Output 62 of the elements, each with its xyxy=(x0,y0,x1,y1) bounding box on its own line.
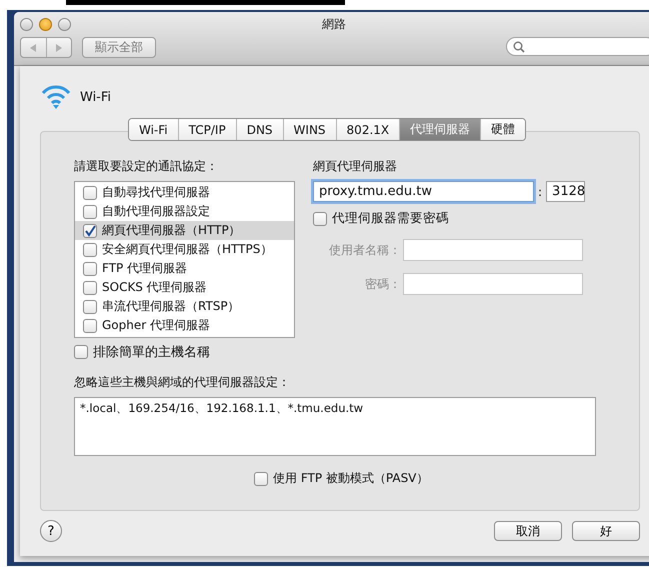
requires-password-label: 代理伺服器需要密碼 xyxy=(332,210,449,227)
checkbox[interactable] xyxy=(83,186,97,200)
credential-field[interactable] xyxy=(403,273,583,295)
protocol-label: 自動代理伺服器設定 xyxy=(102,203,210,220)
protocol-row[interactable]: 自動代理伺服器設定 xyxy=(75,202,294,221)
dialog-button[interactable]: 取消 xyxy=(494,521,562,541)
zoom-button[interactable] xyxy=(58,18,71,31)
tab[interactable]: Wi-Fi xyxy=(129,119,178,140)
protocol-row[interactable]: SOCKS 代理伺服器 xyxy=(75,278,294,297)
protocol-row[interactable]: 安全網頁代理伺服器（HTTPS） xyxy=(75,240,294,259)
port-field[interactable]: 3128 xyxy=(546,181,586,202)
checkbox[interactable] xyxy=(83,224,97,238)
port-separator: : xyxy=(538,184,542,198)
bypass-label: 忽略這些主機與網域的代理伺服器設定： xyxy=(74,374,291,391)
protocol-label: SOCKS 代理伺服器 xyxy=(102,279,207,296)
checkbox[interactable] xyxy=(83,318,97,332)
protocol-list-label: 請選取要設定的通訊協定： xyxy=(74,158,219,175)
protocol-label: FTP 代理伺服器 xyxy=(102,260,188,277)
checkbox[interactable] xyxy=(74,345,88,359)
checkbox[interactable] xyxy=(83,262,97,276)
tab[interactable]: WINS xyxy=(282,119,336,140)
protocol-row[interactable]: 網頁代理伺服器（HTTP） xyxy=(75,221,294,240)
protocol-row[interactable]: Gopher 代理伺服器 xyxy=(75,316,294,335)
tab[interactable]: TCP/IP xyxy=(178,119,236,140)
proxy-server-field[interactable]: proxy.tmu.edu.tw xyxy=(313,181,534,202)
checkbox[interactable] xyxy=(83,280,97,294)
checkbox[interactable] xyxy=(83,204,97,218)
protocol-label: 網頁代理伺服器（HTTP） xyxy=(102,222,241,239)
exclude-hostnames-label: 排除簡單的主機名稱 xyxy=(93,344,210,361)
forward-icon xyxy=(54,42,63,52)
protocol-row[interactable]: FTP 代理伺服器 xyxy=(75,259,294,278)
protocol-label: 安全網頁代理伺服器（HTTPS） xyxy=(102,241,272,258)
passive-ftp-label: 使用 FTP 被動模式（PASV） xyxy=(273,470,428,487)
checkbox[interactable] xyxy=(83,300,97,314)
tab[interactable]: DNS xyxy=(236,119,283,140)
service-name: Wi-Fi xyxy=(80,90,112,104)
search-icon xyxy=(513,40,525,52)
checkbox[interactable] xyxy=(83,242,97,256)
tab[interactable]: 802.1X xyxy=(336,119,400,140)
credential-label: 使用者名稱： xyxy=(329,242,401,258)
web-proxy-label: 網頁代理伺服器 xyxy=(313,158,398,175)
dialog-button[interactable]: 好 xyxy=(572,521,640,541)
protocol-row[interactable]: 自動尋找代理伺服器 xyxy=(75,183,294,202)
bypass-field[interactable]: *.local、169.254/16、192.168.1.1、*.tmu.edu.tw xyxy=(74,397,596,456)
wifi-icon xyxy=(40,84,72,110)
search-field[interactable] xyxy=(506,37,649,56)
back-icon xyxy=(29,42,38,52)
tab[interactable]: 硬體 xyxy=(480,119,526,140)
protocol-label: Gopher 代理伺服器 xyxy=(102,317,210,334)
checkbox[interactable] xyxy=(313,212,327,226)
credential-field[interactable] xyxy=(403,239,583,261)
close-button[interactable] xyxy=(20,18,33,31)
show-all-button[interactable]: 顯示全部 xyxy=(82,37,156,58)
protocol-label: 自動尋找代理伺服器 xyxy=(102,184,210,201)
minimize-button[interactable] xyxy=(39,18,52,31)
checkbox[interactable] xyxy=(254,472,268,486)
help-button[interactable]: ? xyxy=(40,520,62,542)
protocol-label: 串流代理伺服器（RTSP） xyxy=(102,298,240,315)
window-title: 網路 xyxy=(322,16,346,33)
credential-label: 密碼： xyxy=(365,276,401,292)
protocol-row[interactable]: 串流代理伺服器（RTSP） xyxy=(75,297,294,316)
back-forward-control[interactable] xyxy=(20,37,72,58)
